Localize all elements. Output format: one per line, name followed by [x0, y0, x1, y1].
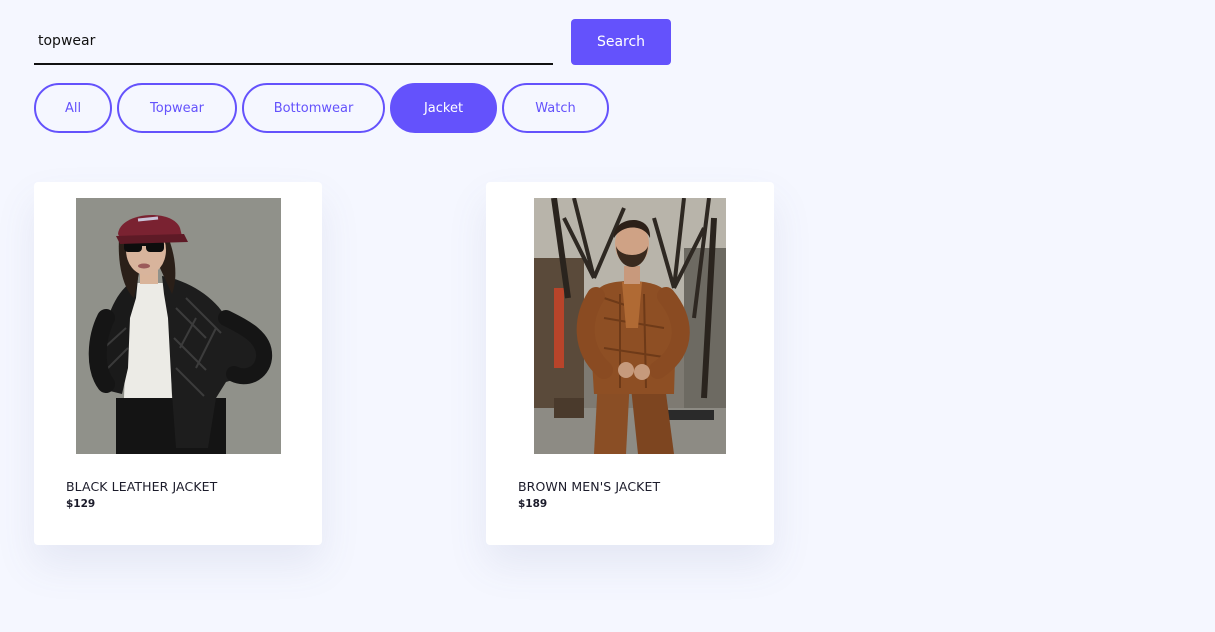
product-price: $189	[518, 498, 548, 510]
product-image[interactable]	[76, 198, 281, 454]
filter-all-button[interactable]: All	[34, 83, 112, 133]
filter-watch-button[interactable]: Watch	[502, 83, 609, 133]
search-input[interactable]	[34, 19, 553, 65]
product-title: BROWN MEN'S JACKET	[518, 479, 661, 494]
product-title: BLACK LEATHER JACKET	[66, 479, 218, 494]
category-filters: All Topwear Bottomwear Jacket Watch	[34, 83, 609, 133]
search-bar: Search	[34, 19, 674, 67]
woman-leather-jacket-photo	[76, 198, 281, 454]
product-price: $129	[66, 498, 96, 510]
filter-topwear-button[interactable]: Topwear	[117, 83, 237, 133]
filter-jacket-button[interactable]: Jacket	[390, 83, 497, 133]
search-button[interactable]: Search	[571, 19, 671, 65]
man-brown-jacket-photo	[534, 198, 726, 454]
filter-bottomwear-button[interactable]: Bottomwear	[242, 83, 385, 133]
product-image[interactable]	[534, 198, 726, 454]
product-card[interactable]: BROWN MEN'S JACKET $189	[486, 182, 774, 545]
product-card[interactable]: BLACK LEATHER JACKET $129	[34, 182, 322, 545]
